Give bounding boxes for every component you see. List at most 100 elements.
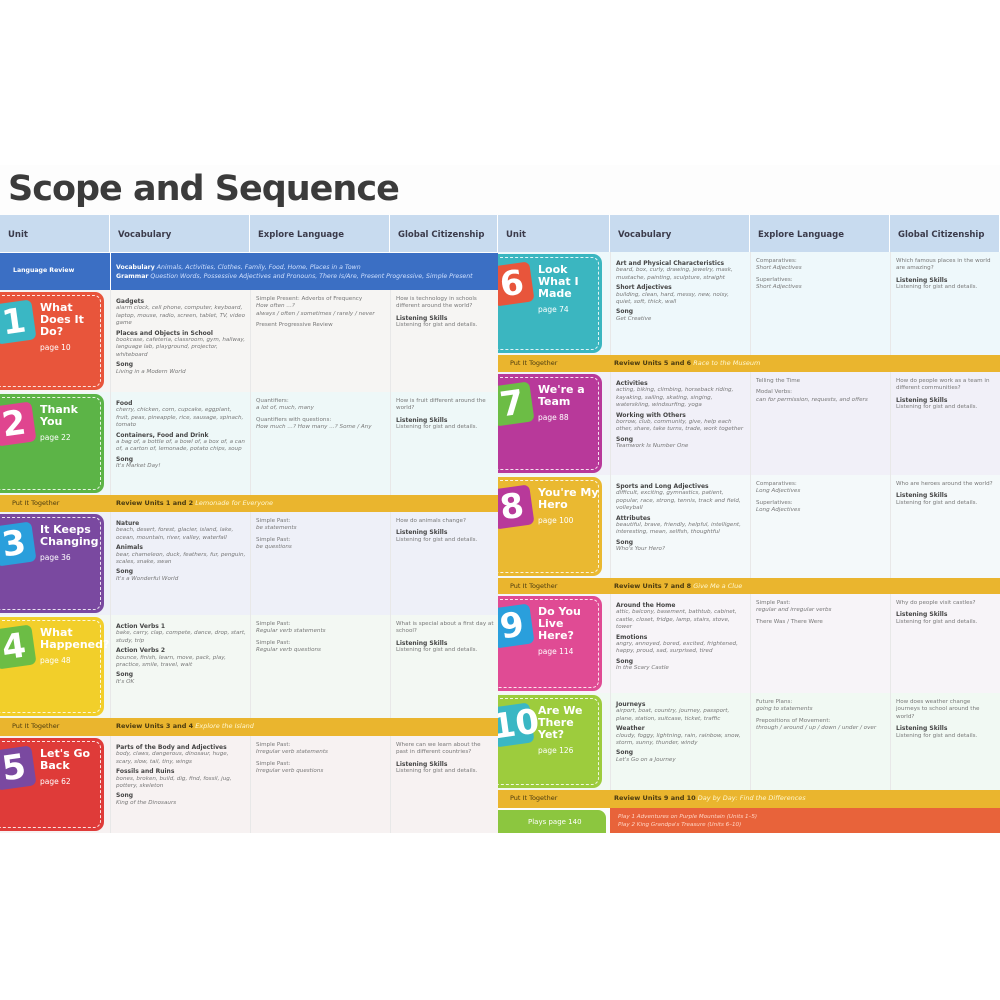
global-text: Listening for gist and details. xyxy=(896,404,978,411)
unit-title-text: Do You Live Here? xyxy=(538,605,581,642)
listening-skills-heading: Listening Skills xyxy=(396,639,448,647)
section-text: How often …? xyxy=(256,303,295,310)
section-text: difficult, exciting, gymnastics, patient… xyxy=(616,490,741,512)
global-text: How is technology in schools different a… xyxy=(396,296,477,310)
explore-language-cell: Comparatives: Short Adjectives Superlative… xyxy=(750,252,890,355)
section-heading: Activities xyxy=(616,380,648,387)
unit-title-text: What Does It Do? xyxy=(40,301,84,338)
section-text: Telling the Time xyxy=(756,378,801,384)
unit-card: 5 Let's Go Back page 62 xyxy=(0,738,104,831)
section-text: attic, balcony, basement, bathtub, cabin… xyxy=(616,609,737,631)
unit-page: page 22 xyxy=(40,433,71,442)
section-text: Let's Go on a Journey xyxy=(616,756,676,763)
section-text: Who's Your Hero? xyxy=(616,546,665,553)
section-heading: Song xyxy=(616,308,634,316)
review-activity: Give Me a Clue xyxy=(693,582,743,590)
section-heading: Sports and Long Adjectives xyxy=(616,483,709,490)
section-heading: Song xyxy=(116,671,134,679)
global-citizenship-cell: How does weather change journeys to scho… xyxy=(890,693,1000,790)
unit-card: 3 It Keeps Changing page 36 xyxy=(0,514,104,613)
section-text: bear, chameleon, duck, feathers, fur, pe… xyxy=(116,551,246,566)
unit-title: What Happened? page 48 xyxy=(40,627,109,667)
section-text: Superlatives: xyxy=(756,276,793,283)
global-text: Which famous places in the world are ama… xyxy=(896,258,991,272)
unit-title-text: Let's Go Back xyxy=(40,747,91,772)
review-text: Review Units 3 and 4 Explore the Island xyxy=(116,722,254,730)
unit-title: Do You Live Here? page 114 xyxy=(538,606,602,658)
global-text: Listening for gist and details. xyxy=(896,499,978,506)
section-text: airport, boat, country, journey, passpor… xyxy=(616,708,730,722)
section-text: alarm clock, cell phone, computer, keybo… xyxy=(116,305,246,327)
vocab-text: Animals, Activities, Clothes, Family, Fo… xyxy=(156,264,361,271)
vocabulary-cell: Gadgets alarm clock, cell phone, computer… xyxy=(110,290,250,392)
listening-skills-heading: Listening Skills xyxy=(896,725,948,733)
review-text: Review Units 7 and 8 Give Me a Clue xyxy=(614,582,742,590)
section-text: bones, broken, build, dig, find, fossil,… xyxy=(116,775,232,790)
section-text: bounce, finish, learn, move, pack, play,… xyxy=(116,654,226,669)
global-citizenship-cell: Where can we learn about the past in dif… xyxy=(390,736,498,833)
section-text: Irregular verb questions xyxy=(256,768,324,775)
unit-title: Thank You page 22 xyxy=(40,404,104,444)
global-citizenship-cell: How is technology in schools different a… xyxy=(390,290,498,392)
unit-number-badge: 7 xyxy=(498,381,535,427)
global-citizenship-cell: How is fruit different around the world?… xyxy=(390,392,498,495)
unit-row-9: 9 Do You Live Here? page 114 Around the Hom… xyxy=(498,594,1000,693)
unit-title: Look What I Made page 74 xyxy=(538,264,602,316)
global-text: Listening for gist and details. xyxy=(396,536,478,543)
section-text: through / around / up / down / under / o… xyxy=(756,725,877,732)
global-citizenship-cell: Which famous places in the world are ama… xyxy=(890,252,1000,355)
unit-card: 10 Are We There Yet? page 126 xyxy=(498,695,602,788)
section-text: How much …? How many …? Some / Any xyxy=(256,424,372,431)
unit-page: page 48 xyxy=(40,656,71,665)
review-activity: Lemonade for Everyone xyxy=(195,499,274,507)
unit-title: What Does It Do? page 10 xyxy=(40,302,104,354)
unit-page: page 114 xyxy=(538,647,574,656)
unit-page: page 126 xyxy=(538,746,574,755)
section-text: Regular verb statements xyxy=(256,628,326,635)
unit-title-text: You're My Hero xyxy=(538,486,599,511)
listening-skills-heading: Listening Skills xyxy=(396,314,448,322)
unit-title-text: We're a Team xyxy=(538,383,585,408)
language-review-label: Language Review xyxy=(13,267,75,274)
section-text: bookcase, cafeteria, classroom, gym, hal… xyxy=(116,337,246,358)
review-activity: Day by Day: Find the Differences xyxy=(697,794,806,802)
unit-row-8: 8 You're My Hero page 100 Sports and Long A… xyxy=(498,475,1000,578)
unit-title-text: It Keeps Changing xyxy=(40,523,99,548)
unit-number-badge: 3 xyxy=(0,521,37,567)
section-text: a bag of, a bottle of, a bowl of, a box … xyxy=(116,439,245,453)
section-text: Long Adjectives xyxy=(756,488,801,495)
section-heading: Song xyxy=(116,361,134,369)
grammar-text: Question Words, Possessive Adjectives an… xyxy=(150,273,473,280)
section-text: be statements xyxy=(256,525,297,532)
review-units: Review Units 3 and 4 xyxy=(116,722,194,730)
column-header-global-citizenship: Global Citizenship xyxy=(390,215,498,252)
grammar-label: Grammar xyxy=(116,273,149,280)
scope-and-sequence-page: Scope and Sequence Language Review Vocab… xyxy=(0,165,1000,833)
section-heading: Nature xyxy=(116,520,140,527)
section-text: It's Market Day! xyxy=(116,463,161,470)
global-text: Listening for gist and details. xyxy=(396,768,478,775)
section-text: beard, box, curly, drawing, jewelry, mas… xyxy=(616,267,733,281)
section-text: always / often / sometimes / rarely / ne… xyxy=(256,310,375,317)
vocabulary-cell: Art and Physical Characteristics beard, b… xyxy=(610,252,750,355)
unit-row-6: 6 Look What I Made page 74 Art and Physical… xyxy=(498,252,1000,355)
section-heading: Parts of the Body and Adjectives xyxy=(116,744,227,751)
global-text: How is fruit different around the world? xyxy=(396,398,486,412)
section-text: beautiful, brave, friendly, helpful, int… xyxy=(616,522,741,536)
unit-number-badge: 10 xyxy=(498,701,542,748)
section-heading: Animals xyxy=(116,544,143,552)
play-1: Play 1 Adventures on Purple Mountain (Un… xyxy=(618,814,758,820)
section-text: Teamwork Is Number One xyxy=(616,443,689,450)
unit-number-badge: 9 xyxy=(498,603,535,649)
vocabulary-cell: Around the Home attic, balcony, basement,… xyxy=(610,594,750,693)
section-text: regular and irregular verbs xyxy=(756,607,832,614)
section-heading: Weather xyxy=(616,725,645,733)
unit-title-text: What Happened? xyxy=(40,626,110,651)
review-units: Review Units 1 and 2 xyxy=(116,499,194,507)
global-citizenship-cell: Who are heroes around the world? Listenin… xyxy=(890,475,1000,578)
section-text: acting, biking, climbing, horseback ridi… xyxy=(616,387,734,409)
explore-language-cell: Simple Past: regular and irregular verbs T… xyxy=(750,594,890,693)
section-text: Regular verb questions xyxy=(256,647,321,654)
section-text: Simple Past: xyxy=(256,536,291,543)
put-it-together-bar: Put It Together Review Units 1 and 2 Lemo… xyxy=(0,495,498,512)
